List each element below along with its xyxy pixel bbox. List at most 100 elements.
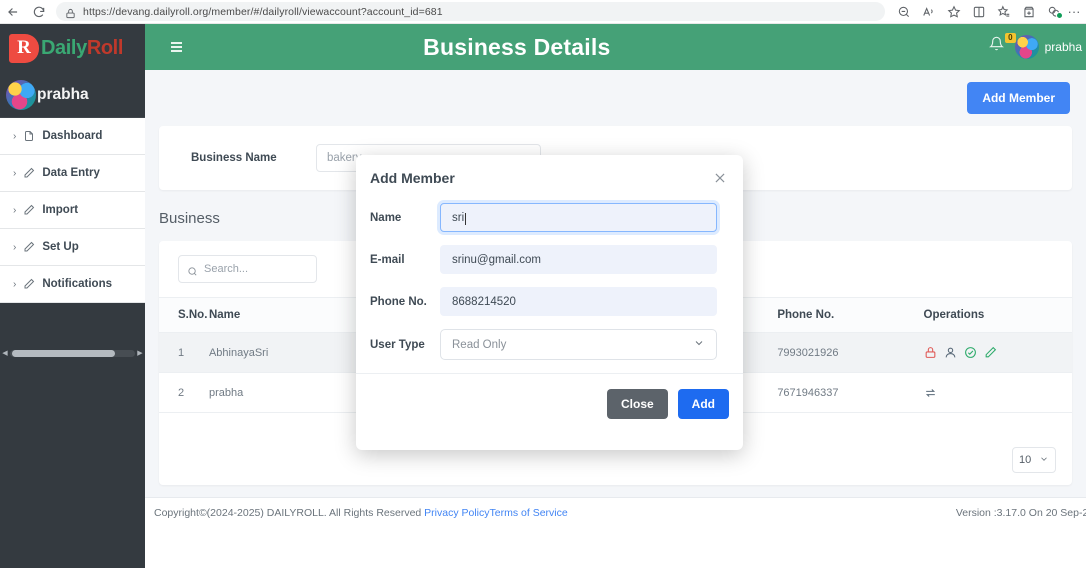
terms-of-service-link[interactable]: Terms of Service [490,507,568,519]
status-dot [1056,11,1063,19]
page-size-value: 10 [1019,454,1032,466]
usertype-value: Read Only [452,338,507,351]
sidebar-user[interactable]: prabha [0,72,145,118]
transfer-icon[interactable] [924,386,937,399]
notification-bell-icon[interactable]: 0 [988,33,1016,58]
add-member-button[interactable]: Add Member [967,82,1070,114]
column-header-operations: Operations [923,297,1072,333]
site-lock-icon [65,6,76,19]
collections-star-icon[interactable] [991,1,1016,23]
cell-phone: 7671946337 [777,372,924,413]
avatar[interactable] [1014,35,1039,59]
email-label: E-mail [370,253,405,266]
cell-sno: 1 [159,332,209,373]
modal-body: Name sri E-mail srinu@gmail.com Phone No… [356,200,743,360]
browser-toolbar-icons: ··· [891,1,1086,23]
browser-overflow-menu[interactable]: ··· [1066,4,1082,19]
scroll-left-arrow-icon[interactable]: ◀ [0,349,10,357]
chevron-right-icon: › [13,204,17,216]
pencil-icon [23,204,35,216]
header-right: 0 prabha [988,33,1086,59]
chevron-down-icon [693,337,705,352]
usertype-select[interactable]: Read Only [440,329,717,360]
sidebar-username: prabha [37,85,89,103]
split-screen-icon[interactable] [966,1,991,23]
privacy-policy-link[interactable]: Privacy Policy [424,507,489,519]
search-icon [187,264,198,275]
footer-copyright: Copyright©(2024-2025) DAILYROLL. All Rig… [154,507,568,519]
person-icon[interactable] [944,346,957,359]
scrollbar-thumb[interactable] [12,349,115,357]
phone-input[interactable]: 8688214520 [440,287,717,316]
usertype-field-row: User Type Read Only [370,329,717,360]
chevron-right-icon: › [13,241,17,253]
page-size-select[interactable]: 10 [1012,447,1056,473]
sidebar-item-import[interactable]: › Import [0,192,145,229]
add-to-collections-icon[interactable] [1016,1,1041,23]
name-field-row: Name sri [370,203,717,232]
favorite-star-icon[interactable] [941,1,966,23]
sidebar-item-label: Dashboard [42,130,103,142]
scroll-right-arrow-icon[interactable]: ▶ [135,349,145,357]
pencil-icon[interactable] [984,346,997,359]
sidebar-item-label: Data Entry [42,167,100,179]
sidebar-item-notifications[interactable]: › Notifications [0,266,145,303]
lock-icon[interactable] [924,346,937,359]
search-input[interactable]: Search... [178,255,317,283]
scrollbar-track[interactable] [10,349,135,357]
sidebar-horizontal-scrollbar[interactable]: ◀ ▶ [0,346,145,360]
modal-title: Add Member [370,169,455,186]
email-field-row: E-mail srinu@gmail.com [370,245,717,274]
brand-mark-icon: R [9,33,39,63]
column-header-phone: Phone No. [777,297,924,333]
business-name-label: Business Name [191,152,277,164]
phone-label: Phone No. [370,295,427,308]
page-title: Business Details [423,33,611,60]
pencil-icon [23,278,35,290]
text-caret [465,212,467,225]
sidebar-item-dashboard[interactable]: › Dashboard [0,118,145,155]
footer: Copyright©(2024-2025) DAILYROLL. All Rig… [145,497,1086,527]
name-input-value: sri [452,211,465,224]
close-button[interactable]: Close [606,388,668,419]
modal-header: Add Member [356,155,743,200]
back-arrow-icon[interactable] [0,1,26,23]
search-placeholder: Search... [204,263,249,275]
usertype-label: User Type [370,338,425,351]
add-member-modal: Add Member Name sri E-mail srinu@gmail.c… [356,155,743,450]
sidebar-item-set-up[interactable]: › Set Up [0,229,145,266]
name-input[interactable]: sri [440,203,717,232]
modal-footer: Close Add [356,373,743,433]
cell-sno: 2 [159,372,209,413]
cell-phone: 7993021926 [777,332,924,373]
close-icon[interactable] [713,171,727,185]
sidebar: R DailyRoll prabha › Dashboard › Data En… [0,24,145,568]
name-label: Name [370,211,402,224]
footer-version: Version :3.17.0 On 20 Sep-202 [955,507,1086,519]
cell-operations [923,332,1072,373]
email-input[interactable]: srinu@gmail.com [440,245,717,274]
pencil-icon [23,241,35,253]
pencil-icon [23,167,35,179]
content-toolbar: Add Member [145,70,1086,126]
column-header-sno: S.No. [159,297,209,333]
add-button[interactable]: Add [677,388,729,419]
sidebar-item-label: Notifications [42,278,112,290]
sidebar-item-label: Import [42,204,79,216]
header-username[interactable]: prabha [1045,40,1082,54]
browser-essentials-icon[interactable] [1041,1,1066,23]
zoom-out-icon[interactable] [891,1,916,23]
address-bar[interactable]: https://devang.dailyroll.org/member/#/da… [56,2,885,21]
copyright-text: Copyright©(2024-2025) DAILYROLL. All Rig… [154,506,425,519]
chevron-right-icon: › [13,167,17,179]
read-aloud-icon[interactable] [916,1,941,23]
chevron-right-icon: › [13,278,17,290]
app-header: Business Details 0 prabha [145,24,1086,70]
sidebar-item-data-entry[interactable]: › Data Entry [0,155,145,192]
phone-field-row: Phone No. 8688214520 [370,287,717,316]
reload-icon[interactable] [26,1,52,23]
chevron-down-icon [1039,454,1049,467]
browser-toolbar: https://devang.dailyroll.org/member/#/da… [0,0,1086,24]
file-icon [23,130,35,142]
check-circle-icon[interactable] [964,346,977,359]
